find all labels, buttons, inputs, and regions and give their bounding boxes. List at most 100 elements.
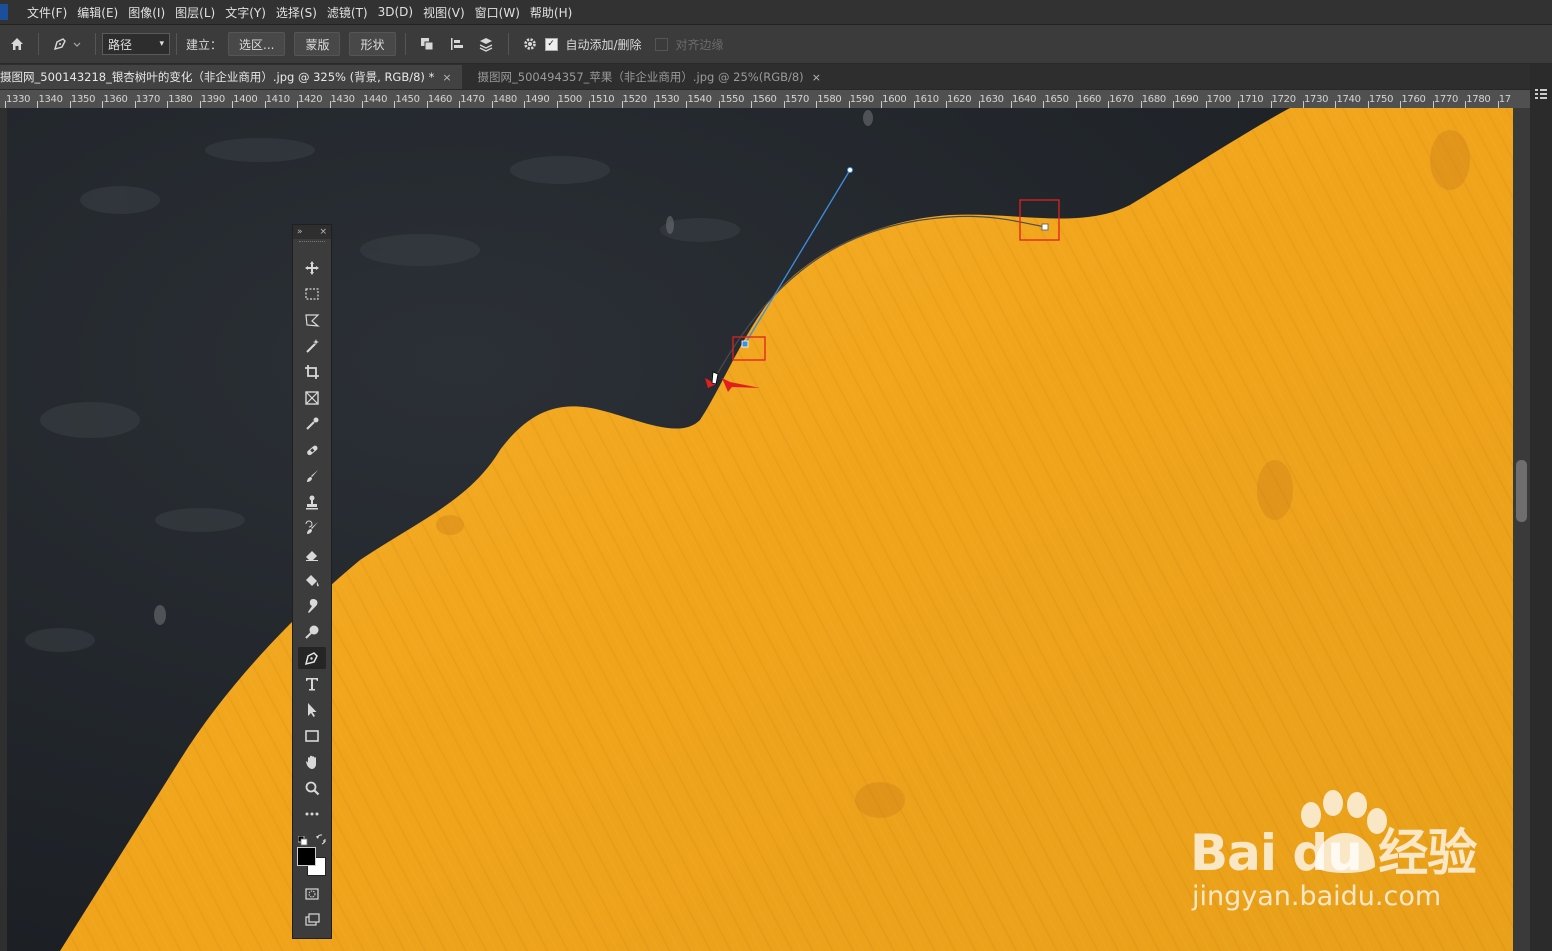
ruler-label: 1610: [914, 94, 940, 105]
menu-type[interactable]: 文字(Y): [220, 4, 271, 21]
marquee-tool-icon[interactable]: [298, 283, 326, 305]
menu-window[interactable]: 窗口(W): [470, 4, 525, 21]
watermark-brand: Bai du 经验: [1190, 824, 1477, 882]
document-tab-inactive[interactable]: 摄图网_500494357_苹果（非企业商用）.jpg @ 25%(RGB/8)…: [462, 65, 831, 89]
ruler-label: 1620: [947, 94, 972, 105]
ruler-label: 1430: [330, 94, 356, 105]
ruler-label: 1630: [979, 94, 1005, 105]
ruler-label: 1380: [168, 94, 193, 105]
close-icon[interactable]: ×: [812, 71, 821, 84]
ruler-label: 1520: [622, 94, 648, 105]
healing-brush-tool-icon[interactable]: [298, 439, 326, 461]
pen-tool-preset-icon[interactable]: [49, 33, 85, 55]
path-alignment-icon[interactable]: [446, 33, 468, 55]
more-tools-icon[interactable]: [298, 803, 326, 825]
history-brush-tool-icon[interactable]: [298, 517, 326, 539]
document-tab-label: 摄图网_500143218_银杏树叶的变化（非企业商用）.jpg @ 325% …: [0, 70, 435, 84]
canvas-left-edge: [0, 108, 7, 951]
menu-file[interactable]: 文件(F): [22, 4, 72, 21]
ruler-label: 1490: [525, 94, 550, 105]
crop-tool-icon[interactable]: [298, 361, 326, 383]
gear-icon[interactable]: [519, 33, 541, 55]
clone-stamp-tool-icon[interactable]: [298, 491, 326, 513]
mask-button[interactable]: 蒙版: [294, 32, 341, 56]
hand-tool-icon[interactable]: [298, 751, 326, 773]
ruler-label: 1500: [557, 94, 583, 105]
menu-3d[interactable]: 3D(D): [373, 5, 418, 19]
separator: [95, 33, 96, 55]
selection-button[interactable]: 选区...: [228, 32, 286, 56]
mode-select[interactable]: 路径 ▾: [102, 33, 170, 55]
frame-tool-icon[interactable]: [298, 387, 326, 409]
path-arrangement-icon[interactable]: [476, 33, 498, 55]
eraser-tool-icon[interactable]: [298, 543, 326, 565]
collapse-icon[interactable]: »: [297, 227, 303, 237]
grip[interactable]: [299, 241, 325, 244]
panel-dock: [1530, 64, 1552, 951]
close-icon[interactable]: ×: [442, 71, 451, 84]
document-canvas[interactable]: Bai du 经验 jingyan.baidu.com: [7, 108, 1513, 951]
baidu-watermark: Bai du 经验 jingyan.baidu.com: [1190, 785, 1490, 925]
foreground-color-swatch[interactable]: [297, 847, 316, 866]
ruler-label: 1730: [1304, 94, 1329, 105]
type-tool-icon[interactable]: [298, 673, 326, 695]
ruler-label: 1580: [817, 94, 842, 105]
menu-edit[interactable]: 编辑(E): [72, 4, 123, 21]
menu-select[interactable]: 选择(S): [271, 4, 322, 21]
rectangle-tool-icon[interactable]: [298, 725, 326, 747]
menu-layer[interactable]: 图层(L): [170, 4, 220, 21]
ruler-label: 17: [1498, 94, 1511, 105]
home-icon[interactable]: [6, 33, 28, 55]
ruler-label: 1560: [752, 94, 777, 105]
ruler-label: 1600: [882, 94, 907, 105]
ruler-label: 1410: [265, 94, 291, 105]
ruler-label: 1570: [784, 94, 810, 105]
menu-help[interactable]: 帮助(H): [525, 4, 577, 21]
ruler-label: 1700: [1206, 94, 1232, 105]
move-tool-icon[interactable]: [298, 257, 326, 279]
path-operations-icon[interactable]: [416, 33, 438, 55]
magic-wand-tool-icon[interactable]: [298, 335, 326, 357]
align-edges-checkbox: [654, 37, 668, 51]
ruler-label: 1470: [460, 94, 485, 105]
menu-filter[interactable]: 滤镜(T): [322, 4, 373, 21]
zoom-tool-icon[interactable]: [298, 777, 326, 799]
ruler-label: 1670: [1109, 94, 1134, 105]
ruler-label: 1550: [719, 94, 745, 105]
ruler-label: 1540: [687, 94, 712, 105]
lasso-tool-icon[interactable]: [298, 309, 326, 331]
ruler-label: 1360: [103, 94, 128, 105]
path-selection-tool-icon[interactable]: [298, 699, 326, 721]
menu-view[interactable]: 视图(V): [418, 4, 470, 21]
swap-colors-icon[interactable]: [315, 830, 326, 849]
ruler-label: 1660: [1076, 94, 1102, 105]
pen-tool-icon[interactable]: [298, 647, 326, 669]
dodge-tool-icon[interactable]: [298, 621, 326, 643]
scrollbar-thumb[interactable]: [1516, 460, 1527, 522]
vertical-scrollbar[interactable]: [1513, 108, 1530, 951]
ruler-label: 1440: [362, 94, 388, 105]
close-icon[interactable]: ×: [319, 227, 327, 237]
shape-button[interactable]: 形状: [349, 32, 396, 56]
blur-tool-icon[interactable]: [298, 595, 326, 617]
paint-bucket-tool-icon[interactable]: [298, 569, 326, 591]
ruler-label: 1710: [1239, 94, 1264, 105]
separator: [507, 33, 509, 55]
panel-menu-icon[interactable]: [1534, 86, 1548, 105]
menu-bar: 文件(F) 编辑(E) 图像(I) 图层(L) 文字(Y) 选择(S) 滤镜(T…: [0, 0, 1552, 25]
horizontal-ruler[interactable]: 1330 1340 1350 1360 1370 1380 1390 1400 1410 1420…: [0, 90, 1530, 109]
mode-select-value: 路径: [108, 37, 133, 52]
document-tab-active[interactable]: 摄图网_500143218_银杏树叶的变化（非企业商用）.jpg @ 325% …: [0, 65, 462, 89]
screen-mode-icon[interactable]: [298, 909, 326, 931]
chevron-down-icon: ▾: [159, 39, 164, 49]
eyedropper-tool-icon[interactable]: [298, 413, 326, 435]
brush-tool-icon[interactable]: [298, 465, 326, 487]
tools-panel-header[interactable]: » ×: [293, 225, 331, 239]
menu-image[interactable]: 图像(I): [123, 4, 170, 21]
ruler-label: 1760: [1401, 94, 1426, 105]
ruler-label: 1350: [70, 94, 96, 105]
ruler-label: 1650: [1044, 94, 1069, 105]
separator: [38, 33, 39, 55]
auto-add-delete-checkbox[interactable]: ✓: [544, 37, 558, 51]
quick-mask-icon[interactable]: [298, 883, 326, 905]
